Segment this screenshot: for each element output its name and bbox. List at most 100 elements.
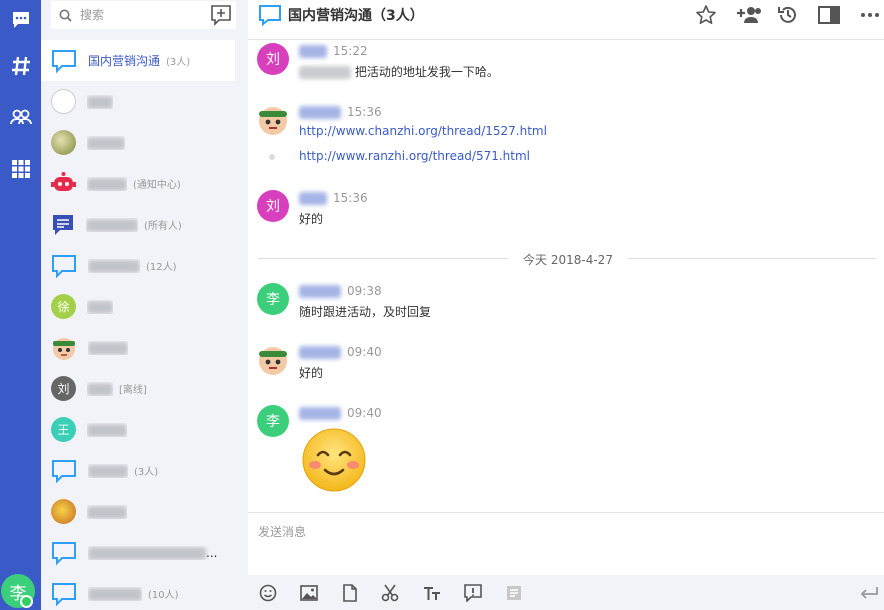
scissors-icon xyxy=(381,584,399,602)
message-time: 09:38 xyxy=(347,284,382,298)
channels-nav-button[interactable] xyxy=(0,46,41,86)
message-meta: 15:36 xyxy=(299,190,368,206)
chat-title: 国内营销沟通（3人） xyxy=(288,8,424,24)
search-icon xyxy=(59,9,72,22)
conversation-name xyxy=(87,95,113,109)
contacts-nav-button[interactable] xyxy=(0,97,41,137)
conversation-item[interactable]: ... xyxy=(41,532,235,573)
message-list: 刘 15:22 把活动的地址发我一下哈。 15:36 http://www.ch… xyxy=(248,41,884,511)
conversation-item[interactable]: (10人) xyxy=(41,573,235,610)
people-icon xyxy=(9,109,32,125)
file-button[interactable] xyxy=(339,582,361,604)
conversation-item[interactable]: (通知中心) xyxy=(41,163,235,204)
conversation-name xyxy=(87,423,127,437)
sidebar-toggle-button[interactable] xyxy=(817,3,841,27)
avatar xyxy=(51,130,76,155)
member-count: (10人) xyxy=(148,590,179,601)
sender-name[interactable] xyxy=(299,105,341,119)
conversation-name xyxy=(87,300,113,314)
cartoon-avatar-icon xyxy=(53,337,75,360)
message-meta: 09:40 xyxy=(299,405,382,421)
avatar: 刘 xyxy=(51,376,76,401)
sender-name[interactable] xyxy=(299,191,327,205)
sender-avatar[interactable] xyxy=(257,344,289,376)
message-dot xyxy=(269,154,275,160)
more-button[interactable] xyxy=(858,3,882,27)
compose-area xyxy=(248,512,884,610)
avatar: 徐 xyxy=(51,294,76,319)
conversation-list-panel: 国内营销沟通 (3人) (通 xyxy=(41,0,248,610)
link[interactable]: http://www.chanzhi.org/thread/1527.html xyxy=(299,124,547,138)
conversation-item[interactable] xyxy=(41,81,235,122)
message-meta: 15:22 xyxy=(299,43,368,59)
conversation-item[interactable]: (所有人) xyxy=(41,204,235,245)
emoji-button[interactable] xyxy=(257,582,279,604)
conversation-item[interactable] xyxy=(41,327,235,368)
image-icon xyxy=(300,585,318,601)
message-link[interactable]: http://www.chanzhi.org/thread/1527.html xyxy=(299,124,547,138)
grid-icon xyxy=(11,160,30,178)
help-button[interactable] xyxy=(462,582,484,604)
conversation-item[interactable]: (12人) xyxy=(41,245,235,286)
conversation-name xyxy=(87,505,127,519)
message-meta: 09:38 xyxy=(299,283,382,299)
conversation-name xyxy=(87,177,127,191)
conversation-item[interactable] xyxy=(41,122,235,163)
chat-app: 李 国内营销沟通 (3人) xyxy=(0,0,884,610)
history-icon xyxy=(778,6,796,23)
sender-avatar[interactable]: 刘 xyxy=(257,190,289,222)
conversation-item[interactable]: (3人) xyxy=(41,450,235,491)
new-chat-button[interactable] xyxy=(209,3,233,27)
link[interactable]: http://www.ranzhi.org/thread/571.html xyxy=(299,149,530,163)
conversation-item[interactable]: 王 xyxy=(41,409,235,450)
sidebar-icon xyxy=(818,6,840,24)
conversation-item[interactable]: 国内营销沟通 (3人) xyxy=(41,40,235,81)
add-member-button[interactable] xyxy=(734,3,764,27)
more-icon xyxy=(861,13,879,17)
star-icon xyxy=(696,5,716,24)
screenshot-button[interactable] xyxy=(379,582,401,604)
message-time: 15:36 xyxy=(333,191,368,205)
sender-avatar[interactable]: 李 xyxy=(257,283,289,315)
conversation-tag: (通知中心) xyxy=(133,180,181,191)
conversation-item[interactable]: 刘 [离线] xyxy=(41,368,235,409)
message-link[interactable]: http://www.ranzhi.org/thread/571.html xyxy=(299,149,530,163)
chats-nav-button[interactable] xyxy=(0,0,41,40)
star-button[interactable] xyxy=(694,3,718,27)
sender-avatar[interactable]: 李 xyxy=(257,405,289,437)
member-count: (3人) xyxy=(134,467,159,478)
date-label: 今天 2018-4-27 xyxy=(523,253,613,267)
apps-nav-button[interactable] xyxy=(0,149,41,189)
conversation-name: ... xyxy=(88,546,217,560)
note-button[interactable] xyxy=(503,582,525,604)
truncation-ellipsis: ... xyxy=(206,545,218,560)
sender-name[interactable] xyxy=(299,284,341,298)
sender-name[interactable] xyxy=(299,406,341,420)
avatar: 王 xyxy=(51,417,76,442)
help-bubble-icon xyxy=(464,584,482,602)
sender-avatar[interactable]: 刘 xyxy=(257,43,289,75)
sender-name[interactable] xyxy=(299,44,327,58)
search-input[interactable] xyxy=(80,8,220,22)
conversation-list: 国内营销沟通 (3人) (通知中心) (所有人) (12人) 徐 刘 [离线] … xyxy=(41,40,235,610)
font-size-button[interactable] xyxy=(421,582,443,604)
message-text: 把活动的地址发我一下哈。 xyxy=(299,63,499,80)
conversation-item[interactable] xyxy=(41,491,235,532)
divider-line xyxy=(258,258,508,259)
message-time: 09:40 xyxy=(347,345,382,359)
offline-tag: [离线] xyxy=(119,385,147,396)
group-chat-icon xyxy=(259,5,281,27)
history-button[interactable] xyxy=(776,3,800,27)
send-button[interactable] xyxy=(858,582,880,604)
chat-bubble-icon xyxy=(12,12,29,28)
sender-avatar[interactable] xyxy=(257,104,289,136)
conversation-name xyxy=(88,341,128,355)
group-chat-icon xyxy=(52,459,76,483)
robot-icon xyxy=(51,172,76,191)
smiley-emoji-icon xyxy=(302,428,366,492)
group-chat-icon xyxy=(52,541,76,565)
message-input[interactable] xyxy=(258,523,868,573)
conversation-item[interactable]: 徐 xyxy=(41,286,235,327)
image-button[interactable] xyxy=(298,582,320,604)
sender-name[interactable] xyxy=(299,345,341,359)
